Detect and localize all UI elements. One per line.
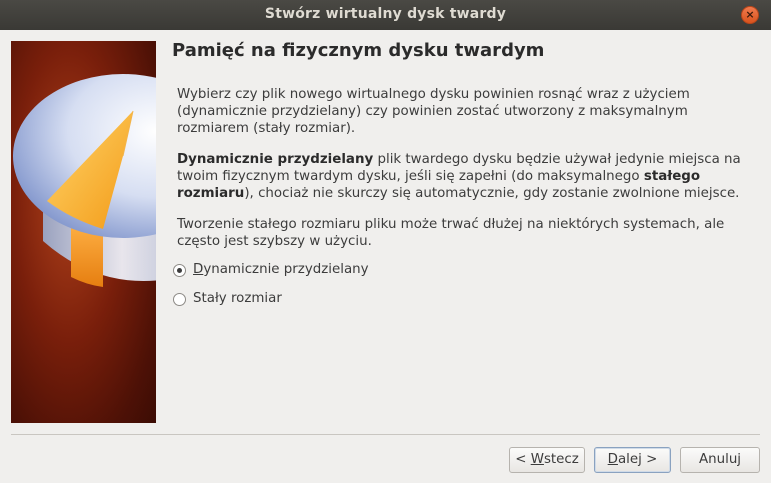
back-button[interactable]: < Wstecz: [509, 447, 585, 473]
dialog-window: Stwórz wirtualny dysk twardy × Pamięć na…: [0, 0, 771, 483]
radio-button-unchecked[interactable]: [173, 293, 186, 306]
radio-fixed-label[interactable]: Stały rozmiar: [193, 291, 282, 306]
titlebar[interactable]: Stwórz wirtualny dysk twardy ×: [0, 0, 771, 30]
dynamic-description: Dynamicznie przydzielany plik twardego d…: [177, 151, 747, 202]
radio-dynamic-label[interactable]: Dynamicznie przydzielany: [193, 262, 369, 277]
fixed-size-note: Tworzenie stałego rozmiaru pliku może tr…: [177, 217, 725, 249]
page-title: Pamięć na fizycznym dysku twardym: [172, 40, 545, 61]
footer-divider: [11, 434, 760, 435]
radio-button-checked[interactable]: [173, 264, 186, 277]
cancel-button[interactable]: Anuluj: [680, 447, 760, 473]
close-icon[interactable]: ×: [741, 6, 759, 24]
dynamic-term: Dynamicznie przydzielany: [177, 152, 374, 167]
next-button[interactable]: Dalej >: [594, 447, 671, 473]
dynamic-text-2: ), chociaż nie skurczy się automatycznie…: [244, 186, 740, 201]
hard-disk-icon: [11, 41, 156, 423]
intro-text: Wybierz czy plik nowego wirtualnego dysk…: [177, 87, 690, 136]
window-title: Stwórz wirtualny dysk twardy: [264, 6, 507, 22]
